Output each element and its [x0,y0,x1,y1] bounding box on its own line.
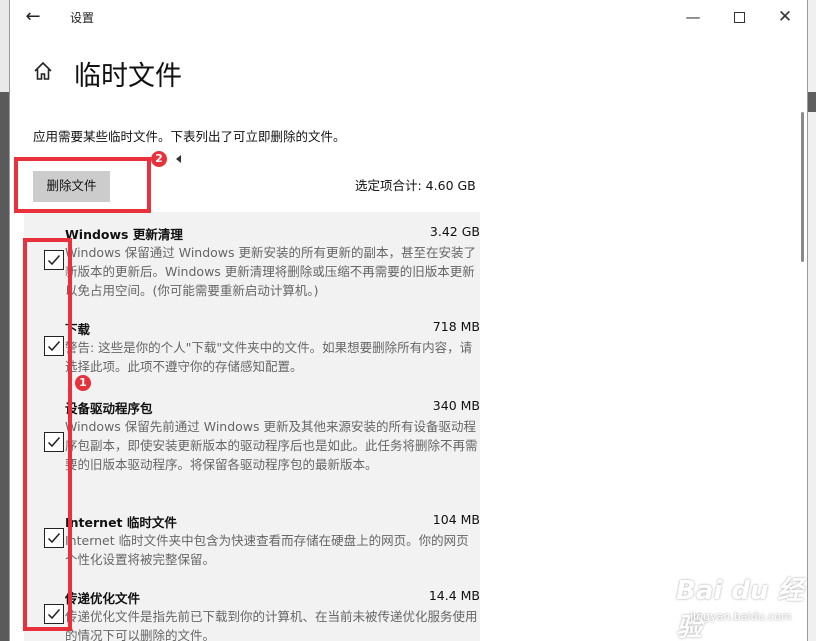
item-size: 3.42 GB [429,224,480,239]
window-title: 设置 [70,11,95,25]
item-size: 14.4 MB [428,588,480,603]
item-title: Windows 更新清理 [65,227,183,242]
item-title: 传递优化文件 [65,591,141,606]
item-description: Internet 临时文件夹中包含为快速查看而存储在硬盘上的网页。你的网页个性化… [65,533,469,567]
minimize-button[interactable]: — [678,4,708,30]
close-button[interactable]: ✕ [770,4,800,30]
settings-window: ← 设置 — ✕ 临时文件 应用需要某些临时文件。下表列出了可立即删除的文件。 … [9,0,808,641]
item-description: 传递优化文件是指先前已下载到你的计算机、在当前未被传递优化服务使用的情况下可以删… [65,609,478,641]
item-size: 104 MB [432,512,480,527]
item-description: Windows 保留通过 Windows 更新安装的所有更新的副本，甚至在安装了… [65,245,477,298]
annotation-box-checkboxes [23,238,72,631]
annotation-badge-1: 1 [75,375,91,391]
item-description: 警告: 这些是你的个人"下载"文件夹中的文件。如果想要删除所有内容，请选择此项。… [65,340,473,374]
item-title: 设备驱动程序包 [65,401,153,416]
item-description: Windows 保留先前通过 Windows 更新及其他来源安装的所有设备驱动程… [65,419,478,472]
back-arrow-icon[interactable]: ← [22,6,44,28]
caret-left-icon [176,155,181,163]
maximize-button[interactable] [724,4,754,30]
home-icon[interactable] [32,60,54,82]
temp-files-list: Windows 更新清理 3.42 GB Windows 保留通过 Window… [24,212,480,641]
watermark-url: jingyan.baidu.com [690,610,792,623]
watermark-logo: Bai du 经验 [676,576,804,641]
page-description: 应用需要某些临时文件。下表列出了可立即删除的文件。 [33,129,346,144]
scrollbar[interactable] [801,112,804,262]
annotation-box-delete [14,157,151,213]
maximize-icon [733,12,745,23]
background-app-edge [808,0,816,641]
selected-total-label: 选定项合计: 4.60 GB [355,178,476,193]
titlebar: ← 设置 — ✕ [10,0,807,34]
background-bar [808,92,816,112]
annotation-badge-2: 2 [151,151,167,167]
watermark: Bai du 经验 jingyan.baidu.com [676,570,806,641]
page-title: 临时文件 [74,61,182,92]
item-title: Internet 临时文件 [65,515,177,530]
item-size: 718 MB [432,319,480,334]
item-size: 340 MB [432,398,480,413]
